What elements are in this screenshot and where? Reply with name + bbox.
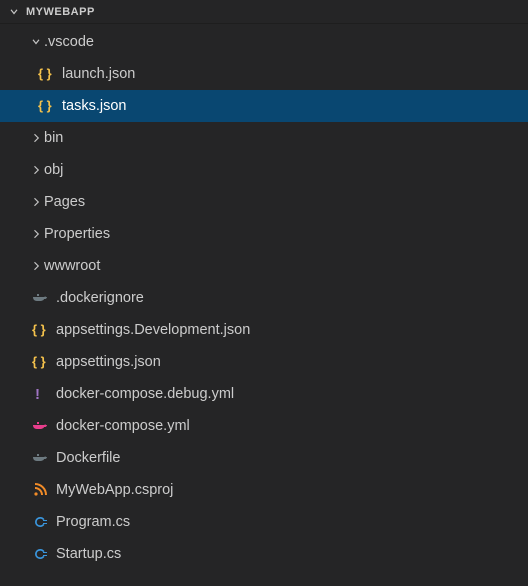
folder-label: wwwroot — [44, 258, 100, 274]
folder-label: bin — [44, 130, 63, 146]
svg-text:!: ! — [35, 386, 40, 402]
rss-icon — [32, 482, 48, 498]
yaml-icon: ! — [32, 386, 48, 402]
folder-row-wwwroot[interactable]: wwwroot — [0, 250, 528, 282]
folder-row-bin[interactable]: bin — [0, 122, 528, 154]
json-icon: { } — [38, 66, 54, 82]
file-label: MyWebApp.csproj — [56, 482, 173, 498]
folder-label: obj — [44, 162, 63, 178]
file-label: docker-compose.debug.yml — [56, 386, 234, 402]
json-icon: { } — [32, 322, 48, 338]
file-label: Startup.cs — [56, 546, 121, 562]
docker-gray-icon — [32, 290, 48, 306]
file-label: appsettings.json — [56, 354, 161, 370]
file-label: .dockerignore — [56, 290, 144, 306]
chevron-down-icon — [28, 34, 44, 50]
file-row-program[interactable]: Program.cs — [0, 506, 528, 538]
folder-row-vscode[interactable]: .vscode — [0, 26, 528, 58]
file-label: launch.json — [62, 66, 135, 82]
file-row-csproj[interactable]: MyWebApp.csproj — [0, 474, 528, 506]
svg-text:{ }: { } — [32, 322, 46, 337]
chevron-right-icon — [28, 258, 44, 274]
explorer-panel: { "header": { "title": "MYWEBAPP" }, "tr… — [0, 0, 528, 586]
chevron-right-icon — [28, 194, 44, 210]
project-title: MYWEBAPP — [26, 6, 95, 18]
docker-gray-icon — [32, 450, 48, 466]
json-icon: { } — [32, 354, 48, 370]
explorer-header[interactable]: MYWEBAPP — [0, 0, 528, 24]
svg-text:{ }: { } — [32, 354, 46, 369]
file-row-startup[interactable]: Startup.cs — [0, 538, 528, 570]
file-row-dockerignore[interactable]: .dockerignore — [0, 282, 528, 314]
chevron-right-icon — [28, 130, 44, 146]
file-row-appsettings[interactable]: { } appsettings.json — [0, 346, 528, 378]
chevron-right-icon — [28, 162, 44, 178]
file-label: Program.cs — [56, 514, 130, 530]
folder-row-pages[interactable]: Pages — [0, 186, 528, 218]
folder-label: .vscode — [44, 34, 94, 50]
svg-text:{ }: { } — [38, 66, 52, 81]
file-row-dcyml[interactable]: docker-compose.yml — [0, 410, 528, 442]
file-label: tasks.json — [62, 98, 126, 114]
file-label: Dockerfile — [56, 450, 120, 466]
file-row-launch-json[interactable]: { } launch.json — [0, 58, 528, 90]
file-row-appdev[interactable]: { } appsettings.Development.json — [0, 314, 528, 346]
docker-pink-icon — [32, 418, 48, 434]
folder-label: Pages — [44, 194, 85, 210]
file-label: docker-compose.yml — [56, 418, 190, 434]
file-row-tasks-json[interactable]: { } tasks.json — [0, 90, 528, 122]
file-tree: .vscode { } launch.json { } tasks.json bin obj… — [0, 24, 528, 570]
chevron-down-icon — [6, 4, 22, 20]
chevron-right-icon — [28, 226, 44, 242]
folder-label: Properties — [44, 226, 110, 242]
folder-row-obj[interactable]: obj — [0, 154, 528, 186]
json-icon: { } — [38, 98, 54, 114]
svg-text:{ }: { } — [38, 98, 52, 113]
csharp-icon — [32, 546, 48, 562]
csharp-icon — [32, 514, 48, 530]
folder-row-properties[interactable]: Properties — [0, 218, 528, 250]
file-row-dcdebug[interactable]: ! docker-compose.debug.yml — [0, 378, 528, 410]
file-row-dockerfile[interactable]: Dockerfile — [0, 442, 528, 474]
file-label: appsettings.Development.json — [56, 322, 250, 338]
